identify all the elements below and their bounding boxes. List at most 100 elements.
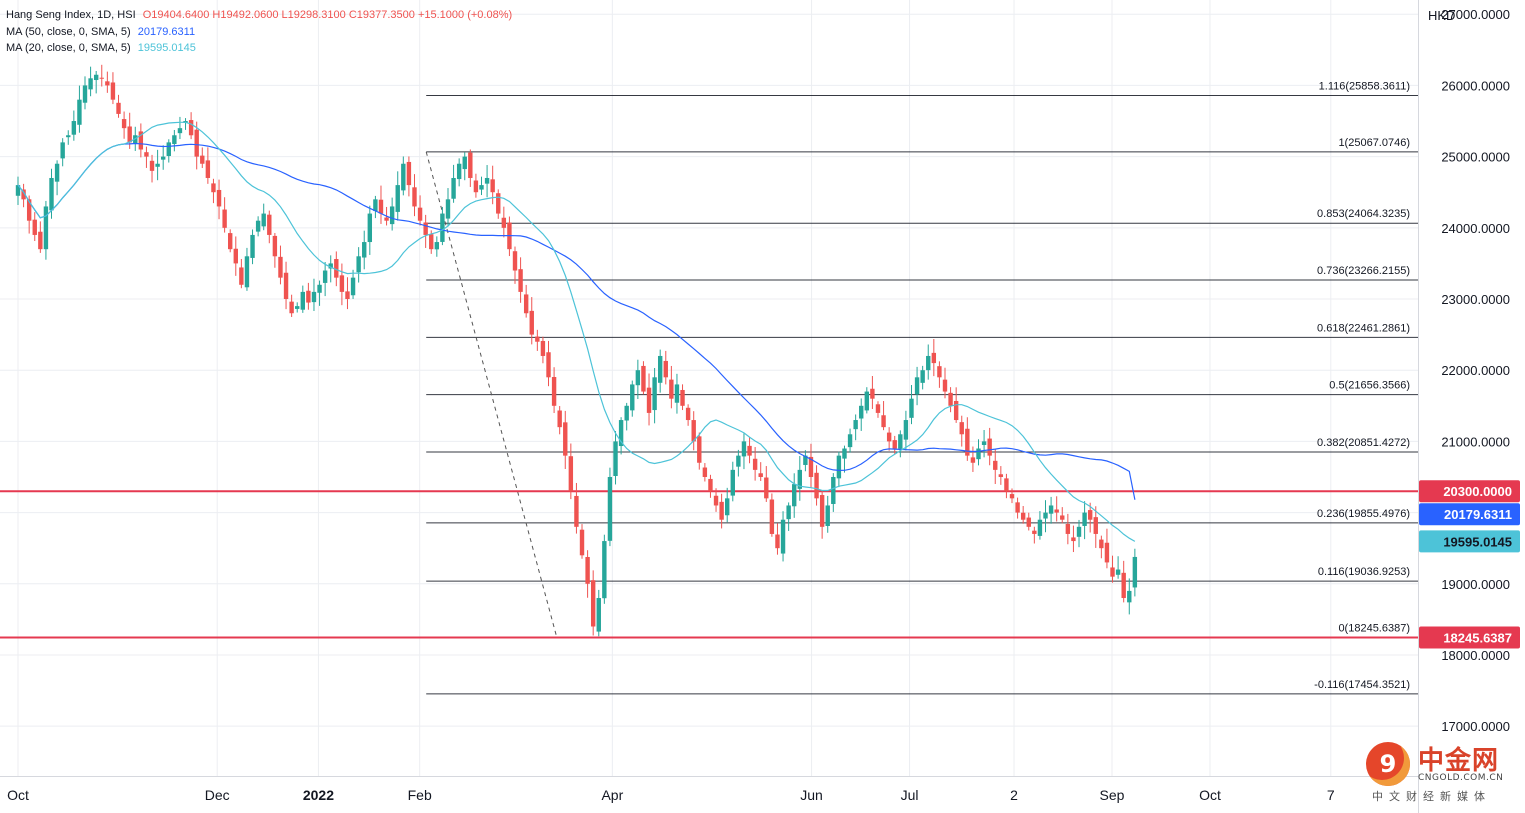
candle-body xyxy=(1032,530,1037,534)
candle-body xyxy=(345,291,350,300)
candle-body xyxy=(66,135,71,138)
candle xyxy=(725,487,730,523)
candle-body xyxy=(160,156,166,160)
candle xyxy=(669,365,674,409)
candle-body xyxy=(831,476,836,504)
candle-body xyxy=(205,160,211,178)
candle-body xyxy=(200,155,205,164)
candle-body xyxy=(77,99,82,125)
candle xyxy=(1004,473,1009,499)
candle xyxy=(1026,512,1031,531)
candle xyxy=(618,417,624,455)
candle xyxy=(870,376,875,409)
legend-ohlc: O19404.6400 H19492.0600 L19298.3100 C193… xyxy=(142,9,513,21)
candle-body xyxy=(630,384,635,411)
candle-body xyxy=(836,455,842,479)
candle xyxy=(228,229,233,253)
candle xyxy=(551,367,557,414)
candle xyxy=(1110,555,1115,583)
legend-title: Hang Seng Index, 1D, HSI xyxy=(6,9,136,21)
candle xyxy=(322,262,328,297)
candle-body xyxy=(423,222,428,235)
candle-body xyxy=(725,498,730,516)
legend-ma50-label: MA (50, close, 0, SMA, 5) xyxy=(6,25,131,38)
candle xyxy=(808,443,814,488)
candle xyxy=(836,451,842,488)
candle xyxy=(99,64,104,87)
time-tick-label: Jun xyxy=(800,787,823,803)
candle-body xyxy=(859,405,864,419)
candle-body xyxy=(590,580,596,627)
candle-body xyxy=(607,476,613,541)
candle xyxy=(356,247,361,283)
candle-body xyxy=(38,231,43,250)
candle xyxy=(440,206,445,246)
candle xyxy=(730,461,735,502)
candle xyxy=(512,246,518,284)
candle xyxy=(233,236,238,276)
horizontal-lines[interactable] xyxy=(0,490,1418,639)
price-axis[interactable]: HKD17000.000018000.000019000.000020000.0… xyxy=(1418,0,1511,813)
price-tick-label: 18000.0000 xyxy=(1441,648,1510,663)
cngold-logo-icon: 9 xyxy=(1366,742,1410,786)
candle-body xyxy=(373,199,378,212)
candle xyxy=(814,465,819,506)
candle-body xyxy=(814,472,819,499)
candle xyxy=(1104,528,1110,569)
candle xyxy=(775,523,780,555)
candle xyxy=(976,439,981,466)
candlestick-chart[interactable]: 1.116(25858.3611) 1(25067.0746) 0.853(2406… xyxy=(0,0,1525,813)
candle-body xyxy=(110,82,116,100)
candle-body xyxy=(239,267,244,285)
candle xyxy=(792,473,797,518)
candle xyxy=(468,149,473,187)
candle-body xyxy=(417,207,423,221)
candle-body xyxy=(322,270,328,283)
candle xyxy=(93,70,99,94)
candle xyxy=(1020,505,1026,524)
candle-body xyxy=(1110,567,1115,577)
candle xyxy=(362,230,367,270)
fib-level-label: 1(25067.0746) xyxy=(1338,137,1410,149)
candle-body xyxy=(568,456,574,492)
candle xyxy=(66,130,71,145)
candle xyxy=(1054,496,1059,522)
price-tag-hline: 20300.0000 xyxy=(1419,480,1520,503)
candle-body xyxy=(585,556,590,584)
fib-level-label: 0.5(21656.3566) xyxy=(1329,380,1410,392)
candle xyxy=(255,216,261,237)
candle xyxy=(295,302,300,313)
candle xyxy=(445,188,451,227)
candle xyxy=(496,189,501,219)
candle xyxy=(406,156,412,197)
candle-body xyxy=(892,440,897,449)
candle-body xyxy=(574,495,579,527)
candle xyxy=(88,66,93,97)
candle xyxy=(758,462,763,482)
candle xyxy=(272,232,278,268)
candle-body xyxy=(987,438,992,456)
candle-body xyxy=(211,183,216,193)
candle-body xyxy=(222,209,227,228)
time-tick-label: Jul xyxy=(901,787,919,803)
candle-body xyxy=(926,355,931,371)
candle xyxy=(1015,497,1020,519)
candle xyxy=(1076,519,1082,548)
price-tag-label: 19595.0145 xyxy=(1443,534,1512,549)
fibonacci-retracement[interactable]: 1.116(25858.3611) 1(25067.0746) 0.853(2406… xyxy=(425,81,1418,695)
time-axis[interactable]: Oct Dec 2022 Feb Apr Jun Jul 2 Sep Oct 7 xyxy=(0,776,1418,804)
candle-body xyxy=(1121,572,1126,599)
candle-body xyxy=(451,177,456,199)
candle xyxy=(423,214,428,248)
candle xyxy=(803,450,808,472)
candle xyxy=(602,534,607,604)
candle-body xyxy=(401,163,406,191)
time-tick-label: Sep xyxy=(1100,787,1125,803)
candle xyxy=(1065,513,1071,545)
candle xyxy=(149,154,155,183)
candle-body xyxy=(976,448,981,460)
candle xyxy=(1071,525,1076,553)
candle xyxy=(970,446,976,472)
candle xyxy=(764,466,769,502)
fib-level-label: 0(18245.6387) xyxy=(1338,622,1410,634)
